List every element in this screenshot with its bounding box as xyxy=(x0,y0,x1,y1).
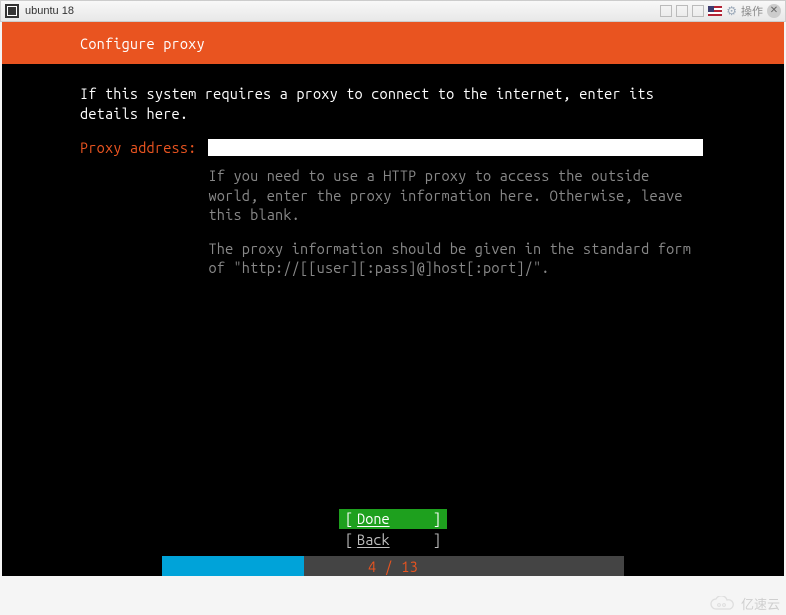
gear-icon[interactable]: ⚙ xyxy=(726,4,737,18)
cloud-icon xyxy=(709,596,737,612)
installer-header: Configure proxy xyxy=(2,22,784,64)
us-flag-icon[interactable] xyxy=(708,6,722,16)
back-button[interactable]: [Back] xyxy=(339,530,447,550)
screen-icon[interactable] xyxy=(660,5,672,17)
proxy-help-text: If you need to use a HTTP proxy to acces… xyxy=(208,166,703,278)
watermark: 亿速云 xyxy=(709,594,780,613)
instruction-text: If this system requires a proxy to conne… xyxy=(80,84,706,123)
proxy-address-input[interactable] xyxy=(208,139,703,156)
installer-screen: Configure proxy If this system requires … xyxy=(2,22,784,576)
window-title: ubuntu 18 xyxy=(25,5,660,17)
action-buttons: [Done] [Back] xyxy=(2,509,784,550)
progress-bar: 4 / 13 xyxy=(162,556,624,576)
window-titlebar: ubuntu 18 ⚙ 操作 ✕ xyxy=(0,0,786,22)
proxy-form-row: Proxy address: If you need to use a HTTP… xyxy=(80,139,706,292)
page-title: Configure proxy xyxy=(80,35,205,52)
window-controls: ⚙ 操作 ✕ xyxy=(660,3,781,19)
close-icon[interactable]: ✕ xyxy=(767,4,781,18)
help-paragraph-1: If you need to use a HTTP proxy to acces… xyxy=(208,166,703,225)
operations-label[interactable]: 操作 xyxy=(741,3,763,19)
help-paragraph-2: The proxy information should be given in… xyxy=(208,239,703,278)
watermark-text: 亿速云 xyxy=(741,594,780,613)
app-icon xyxy=(5,4,19,18)
content-area: If this system requires a proxy to conne… xyxy=(2,64,784,292)
screen3-icon[interactable] xyxy=(692,5,704,17)
screen2-icon[interactable] xyxy=(676,5,688,17)
progress-text: 4 / 13 xyxy=(162,558,624,575)
proxy-address-label: Proxy address: xyxy=(80,139,196,156)
done-button[interactable]: [Done] xyxy=(339,509,447,529)
